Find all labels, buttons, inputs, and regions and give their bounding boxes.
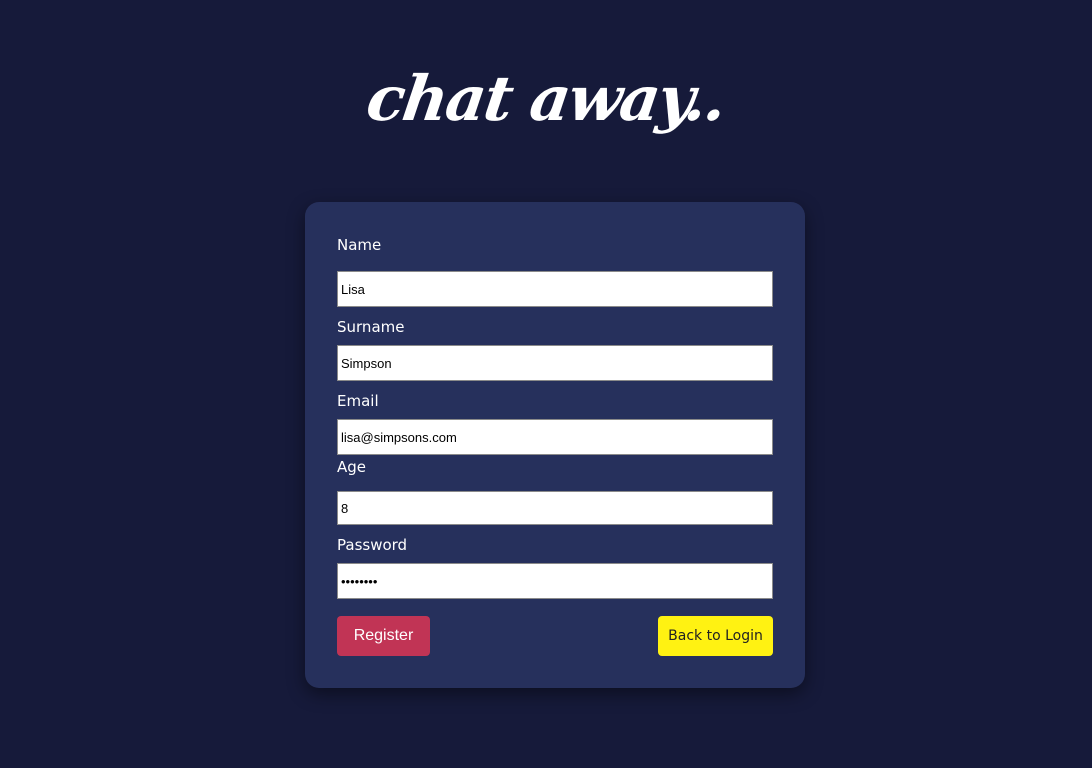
- age-input[interactable]: [337, 491, 773, 525]
- email-label: Email: [337, 392, 379, 410]
- surname-label: Surname: [337, 318, 405, 336]
- name-input[interactable]: [337, 271, 773, 307]
- name-label: Name: [337, 236, 382, 254]
- register-button[interactable]: Register: [337, 616, 430, 656]
- register-card: Name Surname Email Age Password Register…: [305, 202, 805, 688]
- email-input[interactable]: [337, 419, 773, 455]
- app-logo: chat away..: [362, 62, 730, 135]
- password-label: Password: [337, 536, 408, 554]
- age-label: Age: [337, 458, 367, 476]
- surname-input[interactable]: [337, 345, 773, 381]
- back-to-login-button[interactable]: Back to Login: [658, 616, 773, 656]
- password-input[interactable]: [337, 563, 773, 599]
